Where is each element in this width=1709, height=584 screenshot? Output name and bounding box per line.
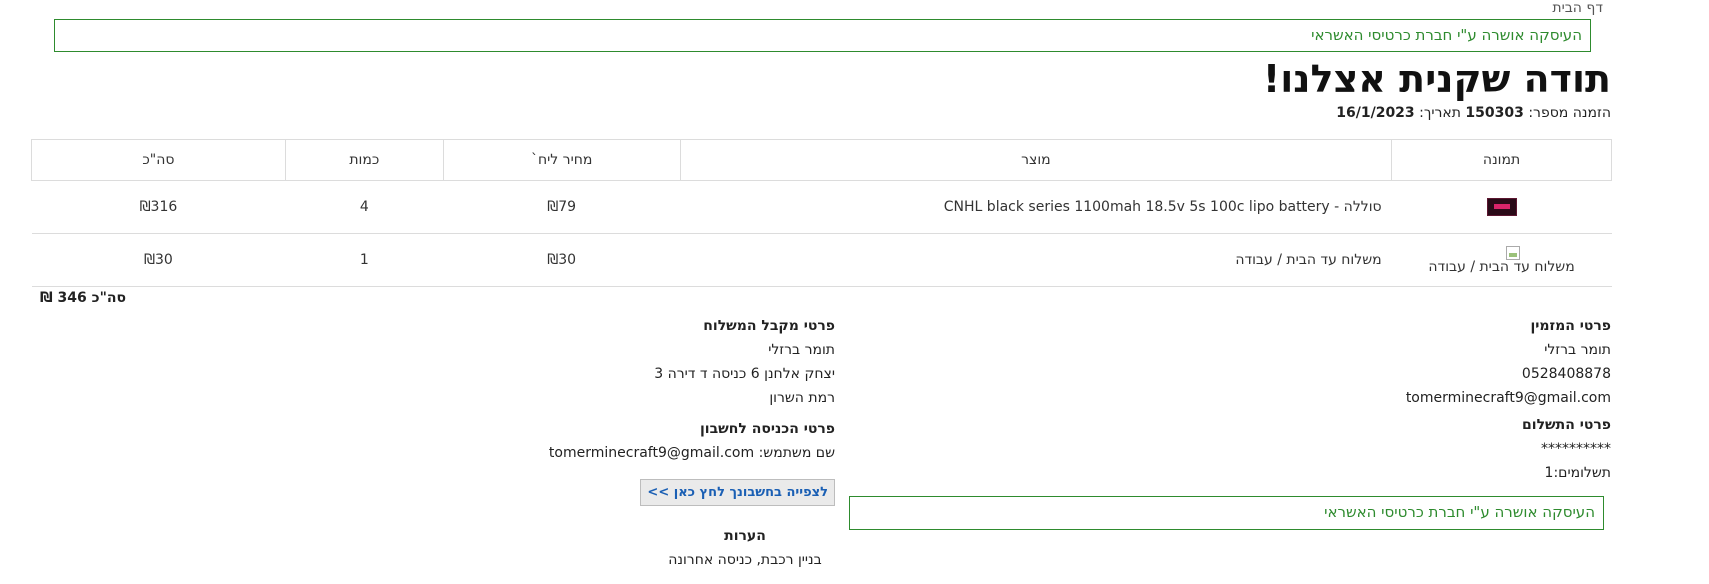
table-row: משלוח עד הבית / עבודה משלוח עד הבית / עב…	[31, 233, 1612, 287]
username-value: tomerminecraft9@gmail.com	[548, 445, 755, 461]
column-header-total: סה"כ	[31, 139, 286, 181]
shipping-image-alt-text: משלוח עד הבית / עבודה	[1428, 258, 1575, 275]
customer-name: תומר ברזלי	[1544, 342, 1611, 358]
product-name[interactable]: סוללה - CNHL black series 1100mah 18.5v …	[680, 180, 1392, 234]
table-row: סוללה - CNHL black series 1100mah 18.5v …	[31, 180, 1612, 234]
order-meta: הזמנה מספר: 150303 תאריך: 16/1/2023	[1336, 105, 1611, 121]
username-label: שם משתמש:	[758, 445, 835, 461]
battery-product-image[interactable]	[1486, 198, 1517, 216]
page-title: תודה שקנית אצלנו!	[1262, 57, 1611, 101]
unit-price: ₪79	[443, 180, 681, 234]
order-date: 16/1/2023	[1336, 105, 1415, 121]
shipping-and-account-column: פרטי מקבל המשלוח תומר ברזלי יצחק אלחנן 6…	[435, 318, 835, 576]
payment-details-title: פרטי התשלום	[1522, 417, 1611, 433]
shipping-image-broken: משלוח עד הבית / עבודה	[1428, 245, 1575, 275]
quantity: 1	[285, 233, 444, 287]
customer-email: tomerminecraft9@gmail.com	[1405, 390, 1611, 406]
breadcrumb-home-link[interactable]: דף הבית	[1552, 0, 1603, 16]
order-grand-total: סה"כ 346 ₪	[40, 290, 127, 306]
recipient-name: תומר ברזלי	[768, 342, 835, 358]
recipient-address: יצחק אלחנן 6 כניסה ד דירה 3	[654, 366, 835, 382]
payment-installments: תשלומים:1	[1544, 465, 1611, 481]
card-number-masked: **********	[1541, 441, 1611, 457]
payment-approved-banner: העיסקה אושרה ע"י חברת כרטיסי האשראי	[54, 19, 1591, 52]
notes-title: הערות	[724, 528, 766, 544]
notes-block: הערות בניין רכבת, כניסה אחרונה	[655, 528, 835, 569]
column-header-product: מוצר	[679, 139, 1393, 181]
order-date-label: תאריך:	[1419, 105, 1461, 121]
order-items-table: תמונה מוצר מחיר ליח` כמות סה"כ סוללה - C…	[31, 139, 1612, 287]
payment-approved-banner-bottom: העיסקה אושרה ע"י חברת כרטיסי האשראי	[849, 496, 1604, 530]
recipient-details-title: פרטי מקבל המשלוח	[703, 318, 835, 334]
column-header-image: תמונה	[1391, 139, 1612, 181]
customer-phone: 0528408878	[1521, 366, 1611, 382]
notes-text: בניין רכבת, כניסה אחרונה	[668, 552, 822, 568]
column-header-quantity: כמות	[284, 139, 444, 181]
product-name: משלוח עד הבית / עבודה	[680, 233, 1392, 287]
order-number: 150303	[1465, 105, 1524, 121]
line-total: ₪316	[31, 180, 286, 234]
recipient-city: רמת השרון	[769, 390, 835, 406]
line-total: ₪30	[31, 233, 286, 287]
column-header-unit-price: מחיר ליח`	[442, 139, 681, 181]
product-image-cell: משלוח עד הבית / עבודה	[1391, 233, 1612, 287]
broken-image-icon	[1505, 245, 1520, 260]
account-details-title: פרטי הכניסה לחשבון	[699, 421, 835, 437]
quantity: 4	[285, 180, 444, 234]
view-account-button[interactable]: לצפייה בחשבונך לחץ כאן >>	[640, 479, 835, 506]
table-header-row: תמונה מוצר מחיר ליח` כמות סה"כ	[31, 139, 1612, 181]
customer-details-title: פרטי המזמין	[1530, 318, 1611, 334]
product-image-cell	[1391, 180, 1612, 234]
customer-and-payment-column: פרטי המזמין תומר ברזלי 0528408878 tomerm…	[1281, 318, 1611, 489]
unit-price: ₪30	[443, 233, 681, 287]
order-number-label: הזמנה מספר:	[1528, 105, 1611, 121]
order-confirmation-page: דף הבית העיסקה אושרה ע"י חברת כרטיסי האש…	[0, 0, 1709, 584]
account-username-row: שם משתמש: tomerminecraft9@gmail.com	[435, 445, 835, 462]
